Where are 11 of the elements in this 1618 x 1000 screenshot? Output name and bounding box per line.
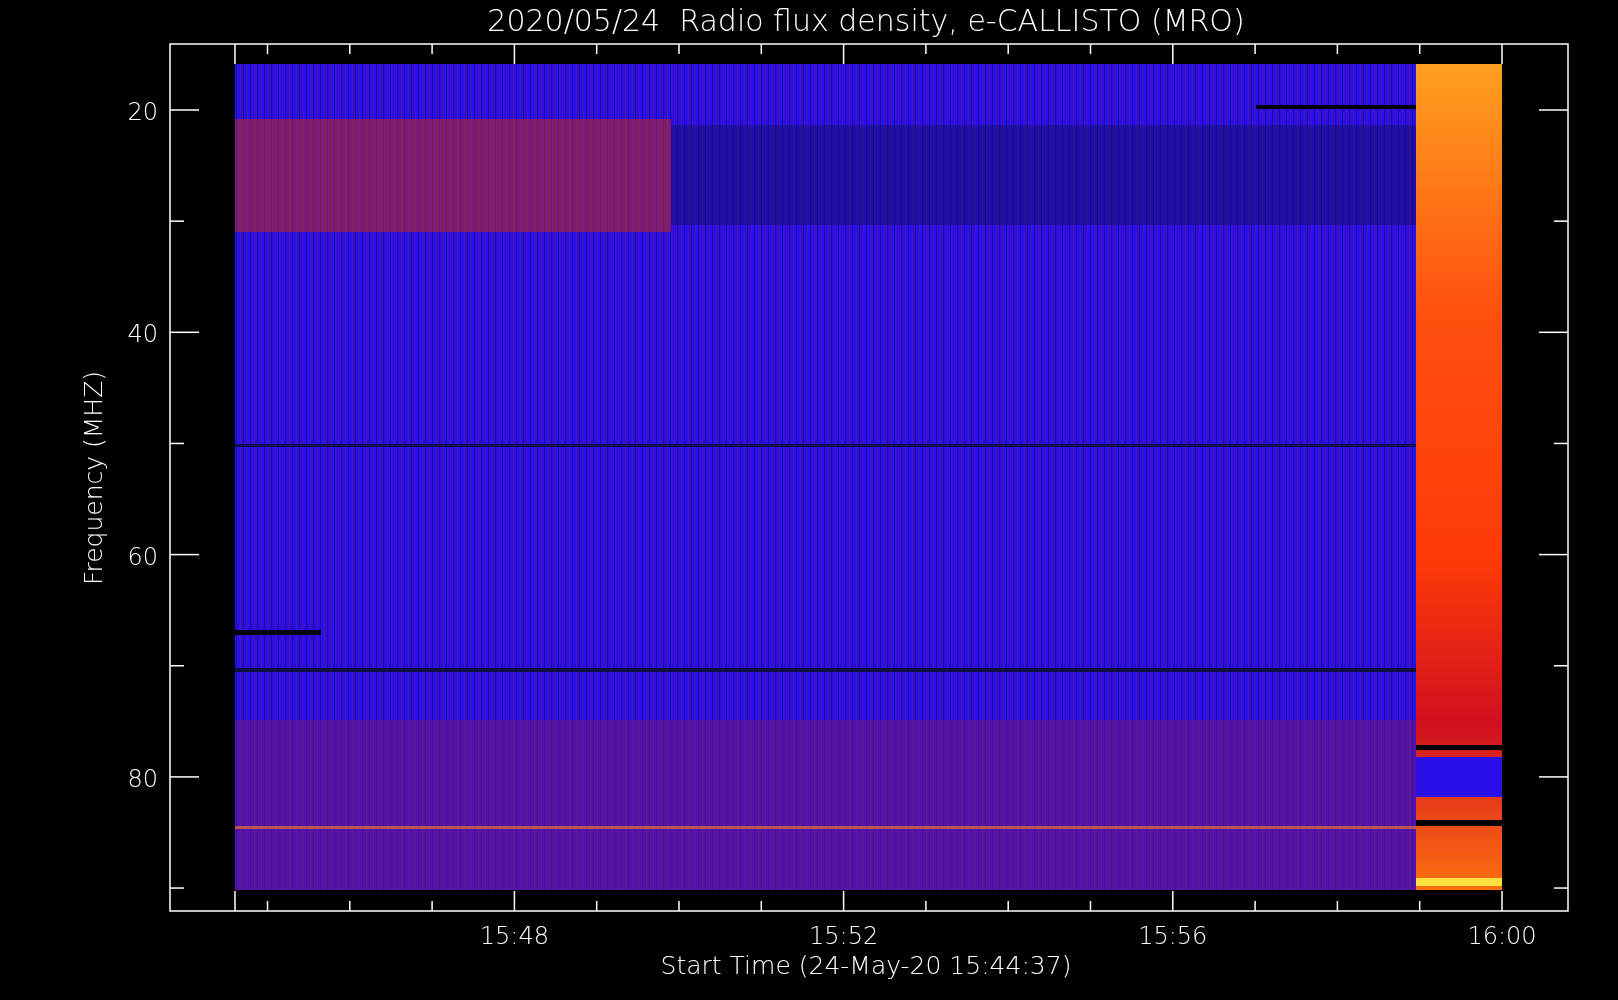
x-axis-label: Start Time (24-May-20 15:44:37) <box>660 951 1072 980</box>
x-tick-label: 16:00 <box>1467 922 1537 950</box>
y-tick-label: 60 <box>127 542 158 571</box>
y-tick-label: 80 <box>127 764 158 793</box>
x-tick-label: 15:56 <box>1138 922 1208 950</box>
y-tick-label: 20 <box>127 98 158 126</box>
chart-title: 2020/05/24 Radio flux density, e-CALLISTO (MRO) <box>487 3 1245 38</box>
y-tick-label: 40 <box>127 320 158 349</box>
y-axis-label: Frequency (MHZ) <box>79 370 108 586</box>
x-tick-label: 15:48 <box>479 922 549 950</box>
x-tick-label: 15:52 <box>809 922 879 950</box>
